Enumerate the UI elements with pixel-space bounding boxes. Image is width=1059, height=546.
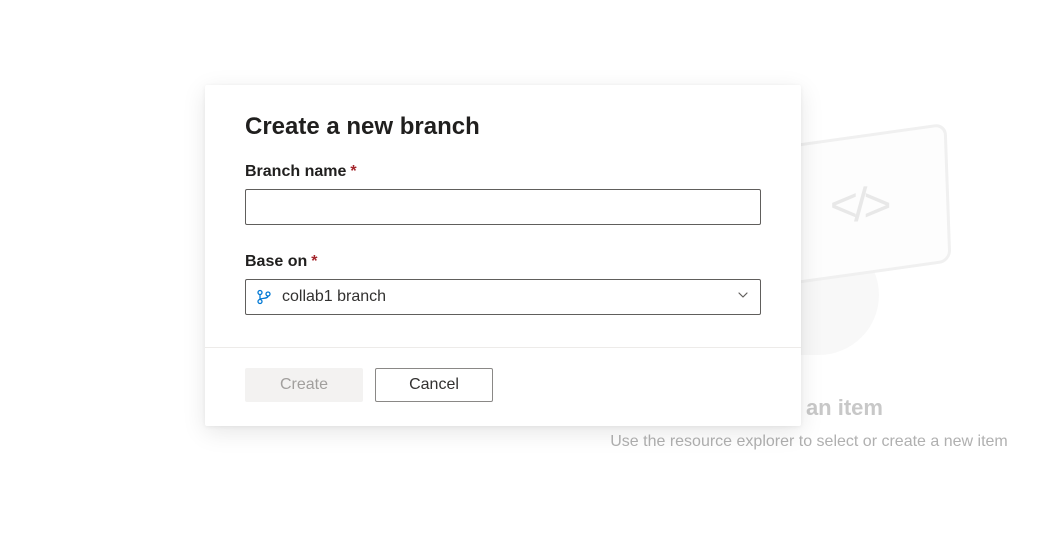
branch-name-label: Branch name* [245, 163, 761, 181]
base-on-group: Base on* collab1 branch [245, 253, 761, 315]
branch-name-label-text: Branch name [245, 163, 346, 180]
git-branch-icon [256, 289, 272, 305]
base-on-selected-value: collab1 branch [282, 288, 386, 306]
code-icon: </> [830, 178, 888, 233]
base-on-label-text: Base on [245, 253, 307, 270]
branch-name-group: Branch name* [245, 163, 761, 225]
base-on-select[interactable]: collab1 branch [245, 279, 761, 315]
empty-state-subtitle: Use the resource explorer to select or c… [590, 433, 1028, 451]
dialog-footer: Create Cancel [205, 347, 801, 426]
required-mark: * [350, 163, 356, 180]
base-on-select-wrap: collab1 branch [245, 279, 761, 315]
cancel-button[interactable]: Cancel [375, 368, 493, 402]
create-branch-dialog: Create a new branch Branch name* Base on… [205, 85, 801, 426]
base-on-label: Base on* [245, 253, 761, 271]
dialog-body: Create a new branch Branch name* Base on… [205, 85, 801, 347]
create-button[interactable]: Create [245, 368, 363, 402]
branch-name-input[interactable] [245, 189, 761, 225]
dialog-title: Create a new branch [245, 113, 761, 141]
required-mark: * [311, 253, 317, 270]
